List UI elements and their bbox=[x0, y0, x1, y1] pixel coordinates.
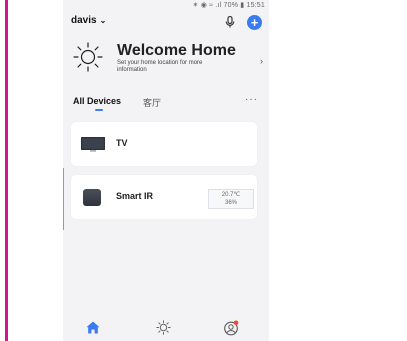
device-name: Smart IR bbox=[116, 191, 154, 201]
profile-icon[interactable] bbox=[223, 320, 239, 336]
sensor-readings: 20.7℃ 36% bbox=[208, 189, 254, 209]
notification-badge bbox=[233, 320, 239, 326]
humidity-value: 36% bbox=[224, 200, 237, 206]
bottom-navigation bbox=[63, 318, 269, 341]
welcome-title: Welcome Home bbox=[117, 42, 236, 59]
microphone-icon[interactable] bbox=[223, 15, 237, 29]
smart-sun-icon[interactable] bbox=[156, 320, 171, 335]
frame-border bbox=[5, 0, 8, 341]
sun-icon bbox=[73, 42, 103, 72]
welcome-subtitle: Set your home location for more informat… bbox=[117, 60, 203, 73]
room-tabs: All Devices 客厅 ··· bbox=[63, 94, 269, 114]
welcome-banner[interactable]: Welcome Home Set your home location for … bbox=[71, 38, 266, 88]
status-bar: ✶ ◉ ≈ .ıl 70% ▮ 15:51 bbox=[63, 0, 269, 12]
chevron-down-icon: ⌄ bbox=[99, 16, 107, 25]
smart-ir-icon bbox=[83, 189, 101, 206]
temperature-value: 20.7℃ bbox=[221, 192, 241, 198]
divider bbox=[63, 168, 64, 230]
top-bar: davis ⌄ + bbox=[63, 12, 269, 34]
more-icon[interactable]: ··· bbox=[245, 94, 258, 105]
device-card-tv[interactable]: TV bbox=[71, 122, 257, 166]
app-screen: ✶ ◉ ≈ .ıl 70% ▮ 15:51 davis ⌄ + Welcome … bbox=[63, 0, 269, 341]
home-name: davis bbox=[71, 15, 97, 26]
chevron-right-icon: › bbox=[260, 56, 263, 66]
home-icon[interactable] bbox=[86, 321, 100, 334]
tv-icon bbox=[81, 137, 105, 152]
home-selector[interactable]: davis ⌄ bbox=[71, 15, 106, 26]
add-device-button[interactable]: + bbox=[247, 15, 262, 30]
tab-all-devices[interactable]: All Devices bbox=[73, 96, 121, 106]
active-tab-indicator bbox=[95, 109, 103, 111]
tab-living-room[interactable]: 客厅 bbox=[143, 96, 161, 109]
device-card-smart-ir[interactable]: Smart IR 20.7℃ 36% bbox=[71, 175, 257, 219]
device-name: TV bbox=[116, 138, 128, 148]
status-text: ✶ ◉ ≈ .ıl 70% ▮ 15:51 bbox=[192, 2, 265, 9]
